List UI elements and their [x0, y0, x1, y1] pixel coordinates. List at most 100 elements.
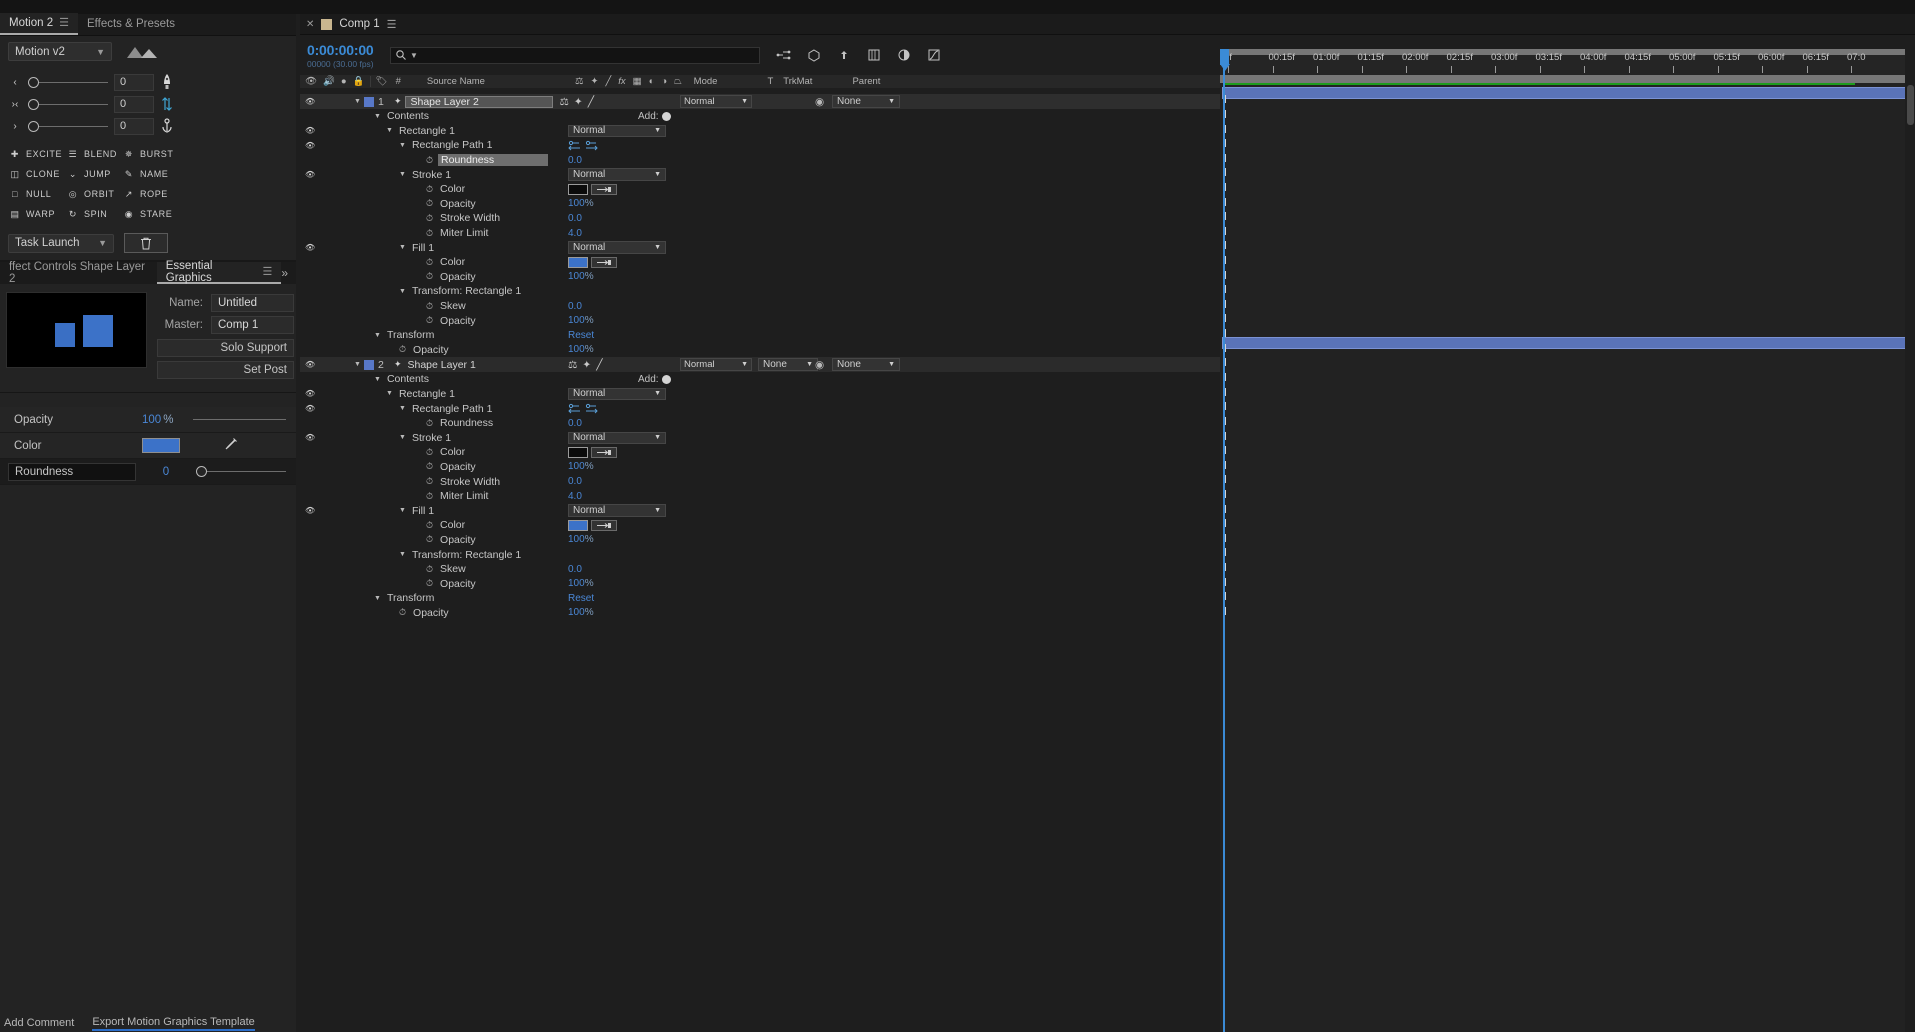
list-item[interactable]: ⏱ Opacity 100% — [300, 270, 1220, 285]
list-item[interactable]: ⏱ Opacity 100% — [300, 313, 1220, 328]
quality-icon[interactable]: ╱ — [596, 359, 602, 371]
layer-name-input[interactable]: Shape Layer 2 — [405, 95, 554, 108]
stroke-color-swatch[interactable] — [568, 446, 588, 458]
eye-icon[interactable]: 👁 — [305, 404, 315, 413]
stopwatch-icon[interactable]: ⏱ — [426, 578, 433, 589]
eye-icon[interactable]: 👁 — [305, 243, 315, 252]
list-item[interactable]: 👁 ▼ Rectangle 1 Normal ▼ — [300, 124, 1220, 139]
delete-button[interactable] — [124, 233, 168, 253]
blend-mode-select[interactable]: Normal ▼ — [568, 241, 666, 254]
current-timecode[interactable]: 0:00:00:00 — [307, 42, 388, 58]
solo-icon[interactable]: ● — [341, 76, 347, 87]
stopwatch-icon[interactable]: ⏱ — [426, 271, 433, 282]
3d-layer-icon[interactable]: ⏢ — [674, 76, 682, 87]
fill-color-swatch[interactable] — [568, 256, 588, 268]
shy-icon[interactable]: ⚖ — [568, 359, 577, 371]
list-item[interactable]: ⏱ Color — [300, 518, 1220, 533]
set-poster-button[interactable]: Set Post — [157, 361, 294, 379]
list-item[interactable]: ▼ Transform: Rectangle 1 — [300, 284, 1220, 299]
motion-blur-icon[interactable] — [896, 48, 912, 62]
color-keyframe-button[interactable] — [591, 183, 617, 195]
disclosure-triangle-icon[interactable]: ▼ — [399, 288, 406, 295]
hamburger-icon[interactable]: ☰ — [262, 265, 272, 278]
eg-roundness-name-chip[interactable]: Roundness — [8, 462, 136, 481]
stopwatch-icon[interactable]: ⏱ — [426, 461, 433, 472]
trkmat-select[interactable]: None ▼ — [758, 358, 818, 371]
eye-icon[interactable]: 👁 — [305, 170, 315, 179]
slider-1-track[interactable] — [28, 75, 108, 89]
layer-mode-select[interactable]: Normal ▼ — [680, 95, 752, 108]
property-value[interactable]: 100% — [568, 607, 594, 618]
arrows-inward-icon[interactable]: ›‹ — [8, 99, 22, 110]
eg-prop-roundness[interactable]: Roundness 0 — [0, 459, 296, 485]
stopwatch-icon[interactable]: ⏱ — [399, 607, 406, 618]
path-reverse-right-icon[interactable] — [585, 403, 599, 414]
label-color-icon[interactable]: 🏷 — [376, 76, 388, 87]
frame-blend-icon[interactable]: ▦ — [633, 76, 642, 87]
path-direction-icons[interactable] — [568, 140, 599, 151]
chevron-double-right-icon[interactable]: » — [281, 266, 296, 284]
tool-orbit-button[interactable]: ◎ ORBIT — [66, 187, 122, 201]
stopwatch-icon[interactable]: ⏱ — [426, 257, 433, 268]
list-item[interactable]: 👁 ▼ Fill 1 Normal ▼ — [300, 240, 1220, 255]
eye-icon[interactable]: 👁 — [305, 389, 315, 398]
collapse-transformations-icon[interactable]: ✦ — [582, 359, 591, 371]
tool-warp-button[interactable]: ▤ WARP — [8, 207, 66, 221]
disclosure-triangle-icon[interactable]: ▼ — [374, 595, 381, 602]
parent-pickwhip-icon[interactable]: ◉ — [815, 359, 824, 371]
scrollbar-thumb[interactable] — [1907, 85, 1914, 125]
disclosure-triangle-icon[interactable]: ▼ — [354, 361, 361, 368]
eg-color-swatch[interactable] — [142, 438, 180, 453]
disclosure-triangle-icon[interactable]: ▼ — [374, 376, 381, 383]
tab-essential-graphics[interactable]: Essential Graphics ☰ — [156, 260, 282, 284]
disclosure-triangle-icon[interactable]: ▼ — [399, 507, 406, 514]
fill-color-swatch[interactable] — [568, 519, 588, 531]
blend-mode-select[interactable]: Normal ▼ — [568, 431, 666, 445]
column-trkmat-header[interactable]: TrkMat — [783, 76, 812, 87]
list-item[interactable]: ⏱ Opacity 100% — [300, 343, 1220, 358]
table-row[interactable]: 👁 ▼ 1 ✦ Shape Layer 2 ⚖ ✦ ╱ Normal ▼ ◉ No… — [300, 94, 1220, 109]
list-item[interactable]: ⏱ Skew 0.0 — [300, 299, 1220, 314]
property-value[interactable]: 100% — [568, 534, 594, 545]
stopwatch-icon[interactable]: ⏱ — [426, 155, 433, 166]
list-item[interactable]: ⏱ Opacity 100% — [300, 576, 1220, 591]
eg-roundness-slider[interactable] — [196, 465, 296, 479]
disclosure-triangle-icon[interactable]: ▼ — [399, 142, 406, 149]
tool-jump-button[interactable]: ⌄ JUMP — [66, 167, 122, 181]
table-row[interactable]: 👁 ▼ 2 ✦ Shape Layer 1 ⚖ ✦ ╱ Normal ▼ None… — [300, 357, 1220, 373]
disclosure-triangle-icon[interactable]: ▼ — [386, 390, 393, 397]
motion-blur-icon[interactable]: ◐ — [649, 76, 655, 87]
timeline-graph-area[interactable]: 0f00:15f01:00f01:15f02:00f02:15f03:00f03… — [1220, 49, 1915, 1032]
property-value[interactable]: 100% — [568, 198, 594, 209]
layer-bar-shape-layer-1[interactable] — [1222, 337, 1912, 349]
slider-2-knob[interactable] — [28, 98, 39, 110]
list-item[interactable]: ⏱ Skew 0.0 — [300, 562, 1220, 577]
timeline-tab-title[interactable]: Comp 1 — [339, 18, 379, 30]
layer-mode-select[interactable]: Normal ▼ — [680, 358, 752, 371]
vertical-arrows-icon[interactable] — [160, 96, 174, 112]
stopwatch-icon[interactable]: ⏱ — [426, 418, 433, 429]
draft-3d-icon[interactable] — [806, 48, 822, 62]
column-mode-header[interactable]: Mode — [694, 76, 718, 87]
eg-master-input[interactable]: Comp 1 — [211, 316, 294, 334]
stroke-color-swatch[interactable] — [568, 183, 588, 195]
list-item[interactable]: ▼ Transform Reset — [300, 591, 1220, 606]
parent-pickwhip-icon[interactable]: ◉ — [815, 96, 824, 108]
timeline-search-input[interactable]: ▼ — [390, 46, 760, 64]
disclosure-triangle-icon[interactable]: ▼ — [399, 434, 406, 441]
slider-3-value[interactable]: 0 — [114, 117, 154, 135]
tool-spin-button[interactable]: ↻ SPIN — [66, 207, 122, 221]
stopwatch-icon[interactable]: ⏱ — [426, 228, 433, 239]
property-value[interactable]: 4.0 — [568, 491, 582, 502]
tool-excite-button[interactable]: ✚ EXCITE — [8, 147, 66, 161]
disclosure-triangle-icon[interactable]: ▼ — [399, 171, 406, 178]
disclosure-triangle-icon[interactable]: ▼ — [399, 551, 406, 558]
list-item[interactable]: 👁 ▼ Stroke 1 Normal ▼ — [300, 430, 1220, 445]
disclosure-triangle-icon[interactable]: ▼ — [374, 113, 381, 120]
property-value[interactable]: 100% — [568, 461, 594, 472]
eye-icon[interactable]: 👁 — [305, 360, 315, 369]
hamburger-icon[interactable]: ☰ — [387, 18, 397, 31]
list-item[interactable]: ⏱ Color — [300, 182, 1220, 197]
anchor-icon[interactable] — [160, 118, 174, 134]
property-name[interactable]: Roundness — [438, 154, 549, 167]
